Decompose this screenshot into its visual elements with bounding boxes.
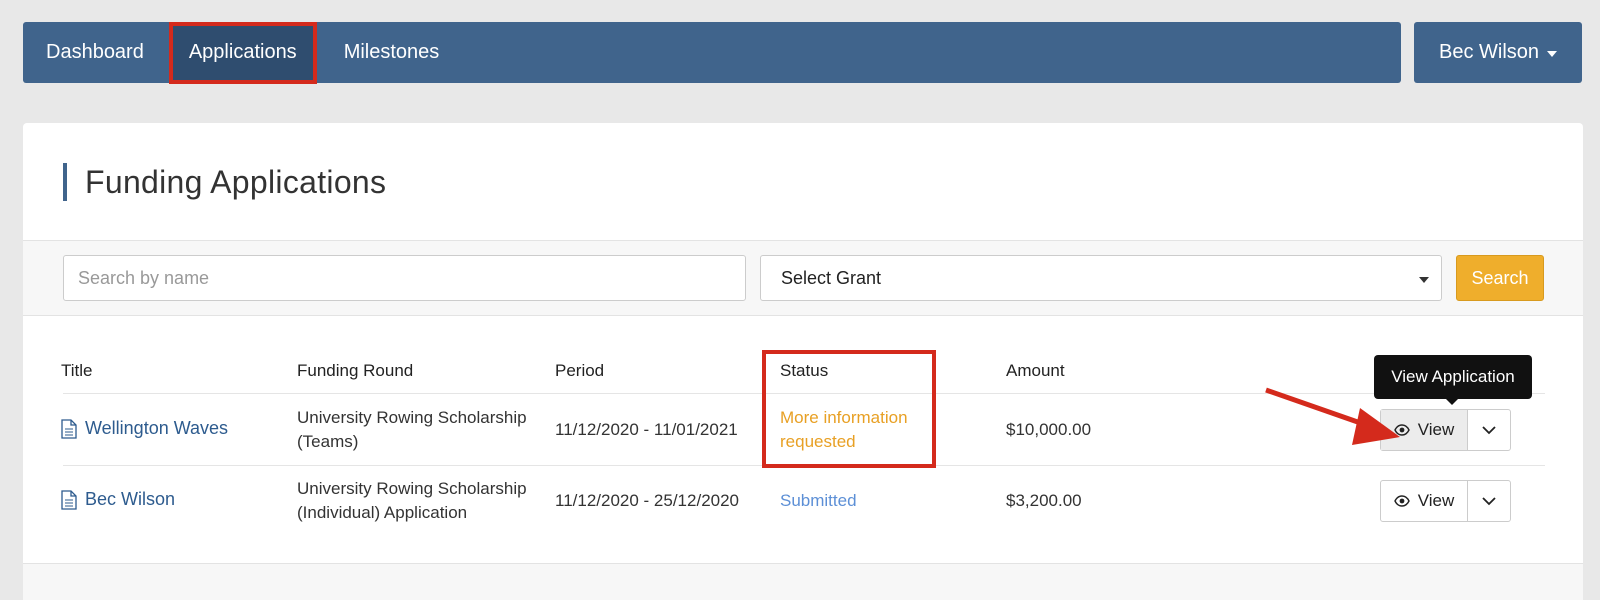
view-button[interactable]: View bbox=[1381, 481, 1468, 521]
applications-card: Funding Applications Select Grant Search… bbox=[23, 123, 1583, 600]
grant-select-value: Select Grant bbox=[781, 267, 882, 288]
chevron-down-icon bbox=[1482, 425, 1496, 434]
chevron-down-icon bbox=[1482, 496, 1496, 505]
row-period: 11/12/2020 - 25/12/2020 bbox=[555, 491, 740, 510]
eye-icon bbox=[1393, 424, 1410, 436]
view-label: View bbox=[1417, 420, 1455, 439]
nav-applications[interactable]: Applications bbox=[168, 21, 317, 84]
row-action-group: View bbox=[1380, 480, 1511, 522]
document-icon bbox=[61, 489, 77, 510]
row-action-group: View bbox=[1380, 409, 1511, 451]
round-line1: University Rowing Scholarship bbox=[297, 408, 527, 427]
row-title: Bec Wilson bbox=[85, 489, 176, 509]
row-funding-round: University Rowing Scholarship (Teams) bbox=[297, 406, 527, 454]
row-title-link[interactable]: Bec Wilson bbox=[61, 489, 175, 510]
page-title: Funding Applications bbox=[63, 163, 386, 201]
header-amount: Amount bbox=[1006, 361, 1065, 380]
row-title-link[interactable]: Wellington Waves bbox=[61, 418, 228, 439]
row-title: Wellington Waves bbox=[85, 418, 229, 438]
nav-dashboard[interactable]: Dashboard bbox=[23, 22, 167, 83]
eye-icon bbox=[1393, 495, 1410, 507]
header-funding-round: Funding Round bbox=[297, 361, 414, 380]
view-button[interactable]: View bbox=[1381, 410, 1468, 450]
search-button[interactable]: Search bbox=[1456, 255, 1544, 301]
header-period: Period bbox=[555, 361, 605, 380]
search-input[interactable] bbox=[63, 255, 746, 301]
filter-bar: Select Grant Search bbox=[23, 240, 1583, 316]
view-tooltip: View Application bbox=[1374, 355, 1532, 405]
round-line1: University Rowing Scholarship bbox=[297, 479, 527, 498]
row-funding-round: University Rowing Scholarship (Individua… bbox=[297, 477, 527, 525]
dropdown-arrow-icon bbox=[1419, 277, 1429, 283]
top-navbar: Dashboard Applications Milestones bbox=[23, 21, 1401, 84]
actions-dropdown-toggle[interactable] bbox=[1468, 410, 1510, 450]
round-line2: (Individual) Application bbox=[297, 503, 468, 522]
status-highlight-annotation bbox=[762, 350, 936, 468]
row-amount: $3,200.00 bbox=[1006, 491, 1082, 510]
round-line2: (Teams) bbox=[297, 432, 359, 451]
header-title: Title bbox=[61, 361, 93, 380]
view-label: View bbox=[1417, 491, 1455, 510]
nav-milestones[interactable]: Milestones bbox=[321, 22, 463, 83]
card-footer bbox=[23, 563, 1583, 600]
row-status: Submitted bbox=[780, 491, 857, 510]
user-menu[interactable]: Bec Wilson bbox=[1414, 22, 1582, 83]
grant-select[interactable]: Select Grant bbox=[760, 255, 1442, 301]
document-icon bbox=[61, 418, 77, 439]
row-period: 11/12/2020 - 11/01/2021 bbox=[555, 420, 738, 439]
user-name: Bec Wilson bbox=[1438, 41, 1540, 63]
caret-down-icon bbox=[1547, 50, 1558, 57]
row-amount: $10,000.00 bbox=[1006, 420, 1092, 439]
actions-dropdown-toggle[interactable] bbox=[1468, 481, 1510, 521]
